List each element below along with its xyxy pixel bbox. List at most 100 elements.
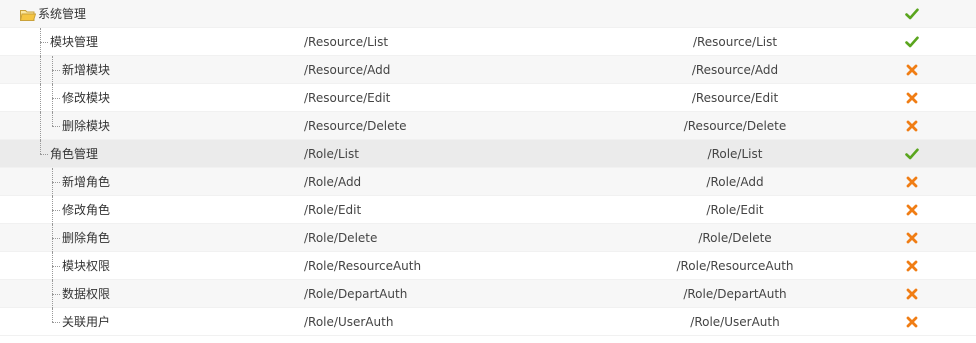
tree-node-label: 关联用户 [62, 315, 111, 329]
resource-url: /Resource/Add [691, 63, 779, 77]
tree-node-label: 删除模块 [62, 119, 111, 133]
tree-node-label: 修改模块 [62, 91, 111, 105]
tree-row-delete-role[interactable]: 删除角色 /Role/Delete /Role/Delete [0, 224, 976, 252]
status-cell [904, 140, 920, 168]
tree-node-label: 新增模块 [62, 63, 111, 77]
tree-node-label: 角色管理 [50, 147, 99, 161]
cross-icon [906, 92, 918, 104]
status-cell [904, 112, 920, 140]
resource-path: /Role/List [304, 147, 359, 161]
status-cell [904, 252, 920, 280]
cross-icon [906, 176, 918, 188]
tree-guide-line [40, 42, 48, 43]
status-cell [904, 280, 920, 308]
resource-path: /Role/ResourceAuth [304, 259, 422, 273]
resource-path: /Role/UserAuth [304, 315, 394, 329]
cross-icon [906, 204, 918, 216]
tree-node-cell: 数据权限 [0, 280, 300, 308]
tree-node-label: 数据权限 [62, 287, 111, 301]
tree-node-cell: 模块管理 [0, 28, 300, 56]
tree-row-add-module[interactable]: 新增模块 /Resource/Add /Resource/Add [0, 56, 976, 84]
resource-url: /Resource/List [692, 35, 778, 49]
tree-row-edit-module[interactable]: 修改模块 /Resource/Edit /Resource/Edit [0, 84, 976, 112]
tree-node-cell: 修改角色 [0, 196, 300, 224]
tree-row-system-management[interactable]: 系统管理 [0, 0, 976, 28]
resource-url: /Role/ResourceAuth [676, 259, 794, 273]
status-cell [904, 196, 920, 224]
tree-node-label: 系统管理 [38, 7, 87, 21]
status-cell [904, 168, 920, 196]
tree-guide-line [40, 154, 48, 155]
tree-guide-line [52, 98, 60, 99]
status-cell [904, 224, 920, 252]
tree-guide-line [52, 294, 60, 295]
tree-node-label: 模块管理 [50, 35, 99, 49]
tree-guide-line [52, 70, 60, 71]
tree-row-resource-auth[interactable]: 模块权限 /Role/ResourceAuth /Role/ResourceAu… [0, 252, 976, 280]
tree-guide-line [40, 84, 41, 112]
resource-path: /Resource/Add [304, 63, 391, 77]
tree-node-label: 修改角色 [62, 203, 111, 217]
tree-node-cell: 模块权限 [0, 252, 300, 280]
tree-node-cell: 新增模块 [0, 56, 300, 84]
tree-guide-line [52, 112, 53, 126]
resource-url: /Resource/Edit [691, 91, 779, 105]
status-cell [904, 0, 920, 28]
tree-node-cell: 删除模块 [0, 112, 300, 140]
tree-guide-line [52, 238, 60, 239]
resource-url: /Role/Delete [698, 231, 772, 245]
status-cell [904, 308, 920, 336]
tree-node-cell: 修改模块 [0, 84, 300, 112]
tree-node-cell: 关联用户 [0, 308, 300, 336]
status-cell [904, 84, 920, 112]
cross-icon [906, 120, 918, 132]
resource-path: /Role/Edit [304, 203, 362, 217]
tree-node-label: 新增角色 [62, 175, 111, 189]
tree-row-module-management[interactable]: 模块管理 /Resource/List /Resource/List [0, 28, 976, 56]
permission-tree-grid: 系统管理 模块管理 /Resource/List /Resource/List [0, 0, 976, 336]
tree-guide-line [40, 56, 41, 84]
tree-guide-line [52, 266, 60, 267]
check-icon [905, 148, 919, 160]
tree-guide-line [40, 112, 41, 140]
tree-row-depart-auth[interactable]: 数据权限 /Role/DepartAuth /Role/DepartAuth [0, 280, 976, 308]
resource-url: /Role/DepartAuth [683, 287, 787, 301]
cross-icon [906, 288, 918, 300]
cross-icon [906, 260, 918, 272]
tree-guide-line [52, 308, 53, 322]
status-cell [904, 28, 920, 56]
tree-node-cell: 新增角色 [0, 168, 300, 196]
cross-icon [906, 64, 918, 76]
tree-node-label: 删除角色 [62, 231, 111, 245]
tree-guide-line [52, 322, 60, 323]
tree-guide-line [52, 126, 60, 127]
check-icon [905, 36, 919, 48]
resource-path: /Role/DepartAuth [304, 287, 408, 301]
resource-path: /Resource/Delete [304, 119, 407, 133]
resource-path: /Role/Add [304, 175, 362, 189]
tree-node-label: 模块权限 [62, 259, 111, 273]
resource-path: /Resource/List [304, 35, 389, 49]
cross-icon [906, 232, 918, 244]
tree-row-user-auth[interactable]: 关联用户 /Role/UserAuth /Role/UserAuth [0, 308, 976, 336]
tree-guide-line [52, 182, 60, 183]
tree-row-delete-module[interactable]: 删除模块 /Resource/Delete /Resource/Delete [0, 112, 976, 140]
tree-row-role-management[interactable]: 角色管理 /Role/List /Role/List [0, 140, 976, 168]
cross-icon [906, 316, 918, 328]
tree-guide-line [52, 210, 60, 211]
resource-url: /Role/UserAuth [690, 315, 780, 329]
tree-node-cell: 系统管理 [0, 0, 300, 28]
resource-path: /Resource/Edit [304, 91, 391, 105]
tree-node-cell: 角色管理 [0, 140, 300, 168]
resource-url: /Role/Edit [706, 203, 764, 217]
tree-guide-line [40, 140, 41, 154]
resource-path: /Role/Delete [304, 231, 378, 245]
folder-open-icon [20, 10, 36, 21]
tree-node-cell: 删除角色 [0, 224, 300, 252]
tree-row-add-role[interactable]: 新增角色 /Role/Add /Role/Add [0, 168, 976, 196]
status-cell [904, 56, 920, 84]
resource-url: /Role/Add [706, 175, 764, 189]
resource-url: /Role/List [707, 147, 763, 161]
check-icon [905, 8, 919, 20]
tree-row-edit-role[interactable]: 修改角色 /Role/Edit /Role/Edit [0, 196, 976, 224]
